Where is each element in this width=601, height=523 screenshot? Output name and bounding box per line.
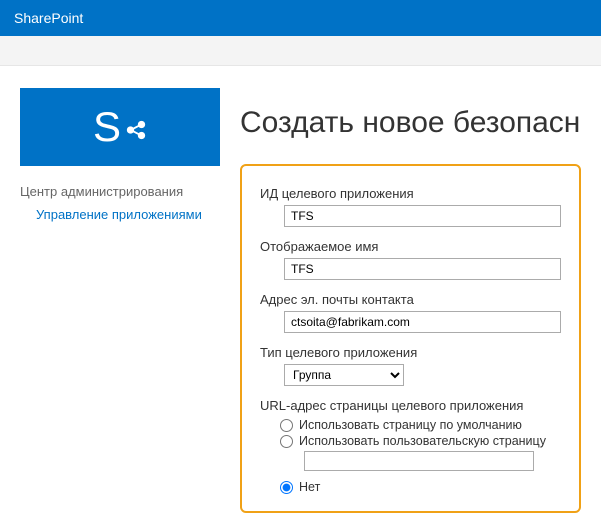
nav-link-app-management[interactable]: Управление приложениями [36, 207, 220, 224]
radio-row-custom[interactable]: Использовать пользовательскую страницу [260, 433, 561, 449]
radio-use-custom[interactable] [280, 435, 293, 448]
radio-none[interactable] [280, 481, 293, 494]
sub-ribbon [0, 36, 601, 66]
radio-row-default[interactable]: Использовать страницу по умолчанию [260, 417, 561, 433]
label-app-type: Тип целевого приложения [260, 345, 561, 360]
select-app-type[interactable]: Группа [284, 364, 404, 386]
radio-none-label: Нет [299, 480, 320, 494]
left-nav: Центр администрирования Управление прило… [20, 184, 220, 224]
logo-tile: S [20, 88, 220, 166]
input-contact-email[interactable] [284, 311, 561, 333]
radio-use-default-label: Использовать страницу по умолчанию [299, 418, 522, 432]
radio-row-none[interactable]: Нет [260, 479, 561, 495]
share-icon [125, 106, 147, 148]
label-contact-email: Адрес эл. почты контакта [260, 292, 561, 307]
label-target-app-id: ИД целевого приложения [260, 186, 561, 201]
label-page-url: URL-адрес страницы целевого приложения [260, 398, 561, 413]
label-display-name: Отображаемое имя [260, 239, 561, 254]
radio-use-default[interactable] [280, 419, 293, 432]
app-title: SharePoint [14, 10, 83, 26]
top-ribbon: SharePoint [0, 0, 601, 36]
radio-use-custom-label: Использовать пользовательскую страницу [299, 434, 546, 448]
nav-header: Центр администрирования [20, 184, 220, 199]
input-display-name[interactable] [284, 258, 561, 280]
input-target-app-id[interactable] [284, 205, 561, 227]
form-frame: ИД целевого приложения Отображаемое имя … [240, 164, 581, 513]
input-custom-url[interactable] [304, 451, 534, 471]
sharepoint-logo-icon: S [93, 106, 147, 148]
page-title: Создать новое безопасн… [240, 106, 581, 140]
